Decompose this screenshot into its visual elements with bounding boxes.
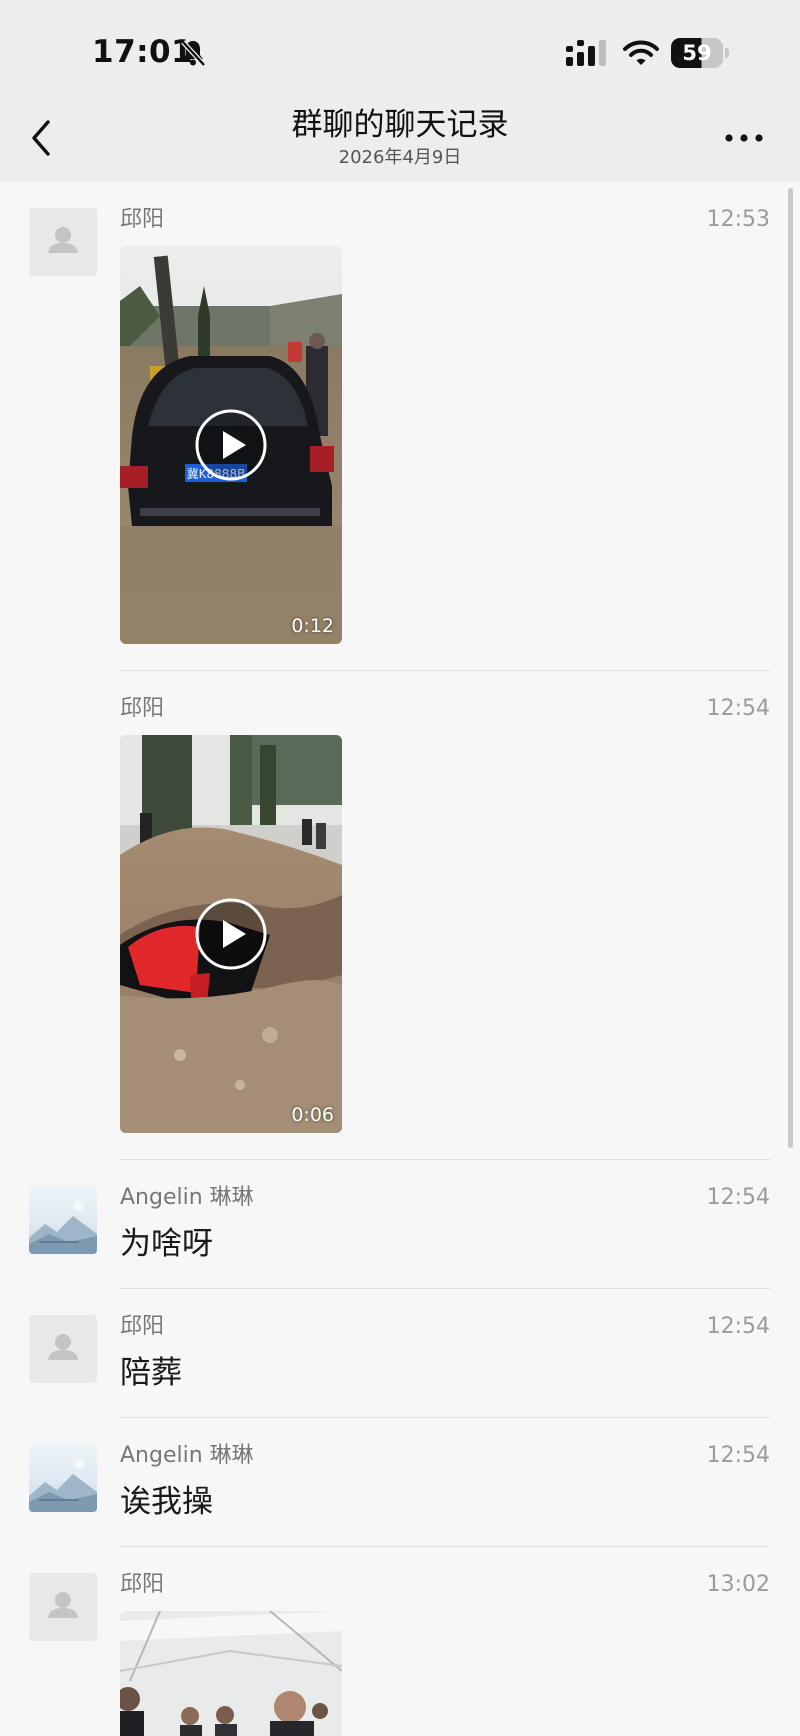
page-title: 群聊的聊天记录 [291,107,509,143]
sender-name: 邱阳 [120,696,165,721]
sender-name: 邱阳 [120,207,165,232]
message-item: Angelin 琳琳 12:54 诶我操 [0,1418,800,1546]
chevron-left-icon[interactable] [26,116,56,160]
message-text: 诶我操 [120,1484,213,1520]
wifi-icon [623,40,659,65]
person-placeholder-icon [48,1334,78,1360]
message-time: 13:02 [706,1572,770,1597]
message-item: 邱阳 13:02 [0,1547,800,1736]
ellipsis-icon[interactable] [722,126,766,150]
message-text: 陪葬 [120,1355,182,1391]
video-duration: 0:12 [291,615,334,637]
avatar[interactable] [29,1573,97,1641]
landscape-placeholder-icon [29,1459,97,1512]
battery-icon: 59 [671,38,729,68]
avatar[interactable] [29,1186,97,1254]
video-duration: 0:06 [291,1104,334,1126]
chat-history-screen: 17:01 59 群聊的聊天记录 2026年4月9日 邱阳 12:53 0:12… [0,0,800,1736]
play-icon[interactable] [194,408,268,482]
image-thumbnail-tent-crowd [120,1611,342,1736]
battery-level: 59 [682,41,712,65]
message-time: 12:54 [706,1185,770,1210]
nav-bar: 群聊的聊天记录 2026年4月9日 [0,96,800,182]
avatar[interactable] [29,1315,97,1383]
video-message[interactable]: 0:06 [120,735,342,1133]
message-time: 12:54 [706,1443,770,1468]
person-placeholder-icon [48,227,78,253]
scrollbar[interactable] [788,188,793,1148]
sender-name: Angelin 琳琳 [120,1443,254,1468]
message-item: 邱阳 12:54 陪葬 [0,1289,800,1417]
landscape-placeholder-icon [29,1201,97,1254]
play-icon[interactable] [194,897,268,971]
sender-name: Angelin 琳琳 [120,1185,254,1210]
message-item: 邱阳 12:54 0:06 [0,671,800,1159]
avatar[interactable] [29,1444,97,1512]
page-subtitle: 2026年4月9日 [338,147,462,168]
avatar[interactable] [29,208,97,276]
status-bar: 17:01 59 [0,0,800,96]
signal-icon [566,40,606,66]
sender-name: 邱阳 [120,1314,165,1339]
battery-tip [725,48,729,58]
message-time: 12:53 [706,207,770,232]
bell-slash-icon [181,40,206,67]
image-message[interactable] [120,1611,342,1736]
message-item: Angelin 琳琳 12:54 为啥呀 [0,1160,800,1288]
message-time: 12:54 [706,696,770,721]
video-message[interactable]: 冀K8888B 0:12 [120,246,342,644]
message-text: 为啥呀 [120,1226,213,1262]
message-item: 邱阳 12:53 0:12 [0,182,800,670]
message-time: 12:54 [706,1314,770,1339]
person-placeholder-icon [48,1592,78,1618]
sender-name: 邱阳 [120,1572,165,1597]
chat-history-list[interactable]: 邱阳 12:53 0:12 邱阳 12:54 0:06 Angelin 琳琳 1… [0,182,800,1736]
